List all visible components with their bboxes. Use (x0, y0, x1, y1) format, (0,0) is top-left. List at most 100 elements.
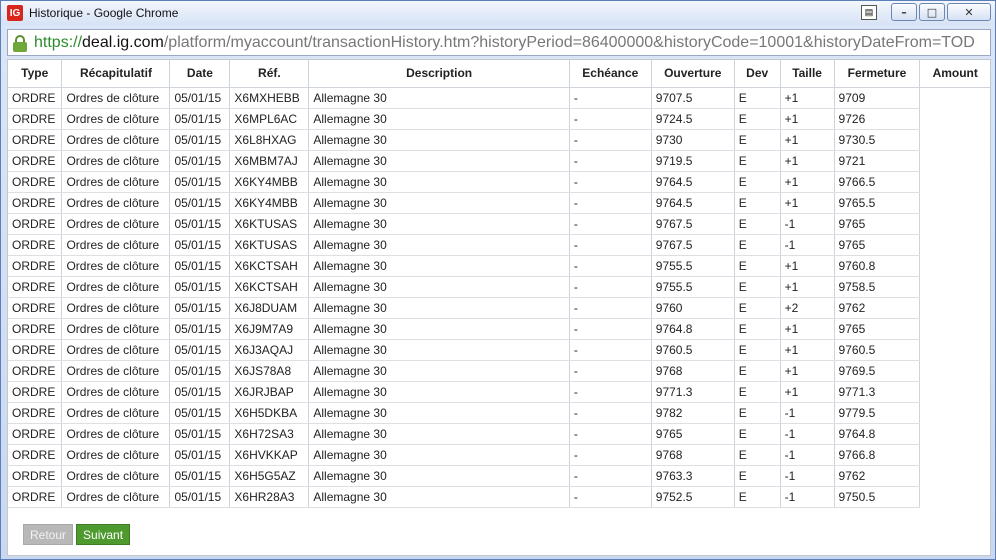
description-cell: Allemagne 30 (308, 87, 570, 109)
echeance-cell: - (569, 192, 652, 214)
table-row[interactable]: ORDRE Ordres de clôture 05/01/15 X6J3AQAJ Al… (8, 339, 990, 361)
title-bar[interactable]: IG Historique - Google Chrome ▤ – □ ✕ (1, 1, 995, 25)
minimize-button[interactable]: – (891, 3, 917, 21)
ouverture-cell: 9771.3 (651, 381, 735, 403)
description-cell: Allemagne 30 (308, 318, 570, 340)
description-cell: Allemagne 30 (308, 213, 570, 235)
table-row[interactable]: ORDRE Ordres de clôture 05/01/15 X6MBM7AJ Al… (8, 150, 990, 172)
type-cell: ORDRE (8, 297, 63, 319)
taille-cell: +1 (780, 192, 835, 214)
date-cell: 05/01/15 (169, 171, 231, 193)
url-path: /platform/myaccount/transactionHistory.h… (163, 33, 975, 51)
table-row[interactable]: ORDRE Ordres de clôture 05/01/15 X6KTUSAS Al… (8, 234, 990, 256)
echeance-cell: - (569, 381, 652, 403)
table-row[interactable]: ORDRE Ordres de clôture 05/01/15 X6KTUSAS Al… (8, 213, 990, 235)
table-row[interactable]: ORDRE Ordres de clôture 05/01/15 X6KCTSAH Al… (8, 255, 990, 277)
table-row[interactable]: ORDRE Ordres de clôture 05/01/15 X6J8DUAM Al… (8, 297, 990, 319)
table-row[interactable]: ORDRE Ordres de clôture 05/01/15 X6H5DKBA Al… (8, 402, 990, 424)
close-button[interactable]: ✕ (947, 3, 991, 21)
type-cell: ORDRE (8, 465, 63, 487)
ouverture-cell: 9719.5 (651, 150, 735, 172)
ref-cell: X6MBM7AJ (229, 150, 310, 172)
table-row[interactable]: ORDRE Ordres de clôture 05/01/15 X6HR28A3 Al… (8, 486, 990, 508)
taille-cell: +1 (780, 129, 835, 151)
ref-cell: X6J9M7A9 (229, 318, 310, 340)
amount-cell (920, 234, 990, 255)
echeance-cell: - (569, 318, 652, 340)
recap-cell: Ordres de clôture (61, 465, 171, 487)
maximize-button[interactable]: □ (919, 3, 945, 21)
type-cell: ORDRE (8, 276, 63, 298)
dev-cell: E (734, 360, 781, 382)
dev-cell: E (734, 129, 781, 151)
amount-cell (920, 108, 990, 129)
address-bar[interactable]: https://deal.ig.com/platform/myaccount/t… (7, 29, 991, 56)
type-cell: ORDRE (8, 129, 63, 151)
fermeture-cell: 9766.5 (834, 171, 921, 193)
table-row[interactable]: ORDRE Ordres de clôture 05/01/15 X6MPL6AC Al… (8, 108, 990, 130)
description-cell: Allemagne 30 (308, 192, 570, 214)
window-menu-icon[interactable]: ▤ (861, 5, 877, 20)
table-row[interactable]: ORDRE Ordres de clôture 05/01/15 X6JS78A8 Al… (8, 360, 990, 382)
column-header-echeance: Echéance (569, 60, 652, 88)
table-row[interactable]: ORDRE Ordres de clôture 05/01/15 X6H5G5AZ Al… (8, 465, 990, 487)
ref-cell: X6JRJBAP (229, 381, 310, 403)
ref-cell: X6KCTSAH (229, 255, 310, 277)
taille-cell: +1 (780, 318, 835, 340)
table-row[interactable]: ORDRE Ordres de clôture 05/01/15 X6JRJBAP Al… (8, 381, 990, 403)
next-page-button[interactable]: Suivant (76, 524, 131, 545)
column-header-ouverture: Ouverture (651, 60, 735, 88)
taille-cell: -1 (780, 423, 835, 445)
dev-cell: E (734, 381, 781, 403)
description-cell: Allemagne 30 (308, 381, 570, 403)
ref-cell: X6J3AQAJ (229, 339, 310, 361)
ref-cell: X6L8HXAG (229, 129, 310, 151)
table-row[interactable]: ORDRE Ordres de clôture 05/01/15 X6H72SA3 Al… (8, 423, 990, 445)
column-header-date: Date (169, 60, 231, 88)
table-row[interactable]: ORDRE Ordres de clôture 05/01/15 X6KY4MBB Al… (8, 192, 990, 214)
description-cell: Allemagne 30 (308, 297, 570, 319)
table-row[interactable]: ORDRE Ordres de clôture 05/01/15 X6KY4MBB Al… (8, 171, 990, 193)
taille-cell: +1 (780, 255, 835, 277)
taille-cell: -1 (780, 402, 835, 424)
type-cell: ORDRE (8, 213, 63, 235)
date-cell: 05/01/15 (169, 465, 231, 487)
recap-cell: Ordres de clôture (61, 381, 171, 403)
echeance-cell: - (569, 87, 652, 109)
date-cell: 05/01/15 (169, 150, 231, 172)
description-cell: Allemagne 30 (308, 402, 570, 424)
table-row[interactable]: ORDRE Ordres de clôture 05/01/15 X6MXHEBB Al… (8, 87, 990, 109)
date-cell: 05/01/15 (169, 276, 231, 298)
table-row[interactable]: ORDRE Ordres de clôture 05/01/15 X6J9M7A9 Al… (8, 318, 990, 340)
url-text[interactable]: https://deal.ig.com/platform/myaccount/t… (34, 34, 975, 52)
echeance-cell: - (569, 255, 652, 277)
taille-cell: +1 (780, 108, 835, 130)
table-row[interactable]: ORDRE Ordres de clôture 05/01/15 X6L8HXAG Al… (8, 129, 990, 151)
echeance-cell: - (569, 213, 652, 235)
ig-app-icon: IG (7, 5, 23, 21)
taille-cell: +1 (780, 276, 835, 298)
recap-cell: Ordres de clôture (61, 87, 171, 109)
fermeture-cell: 9726 (834, 108, 921, 130)
taille-cell: +1 (780, 339, 835, 361)
recap-cell: Ordres de clôture (61, 339, 171, 361)
table-row[interactable]: ORDRE Ordres de clôture 05/01/15 X6HVKKAP Al… (8, 444, 990, 466)
echeance-cell: - (569, 108, 652, 130)
type-cell: ORDRE (8, 339, 63, 361)
ouverture-cell: 9707.5 (651, 87, 735, 109)
table-row[interactable]: ORDRE Ordres de clôture 05/01/15 X6KCTSAH Al… (8, 276, 990, 298)
ouverture-cell: 9768 (651, 360, 735, 382)
type-cell: ORDRE (8, 486, 63, 508)
previous-page-button[interactable]: Retour (23, 524, 74, 545)
dev-cell: E (734, 171, 781, 193)
ref-cell: X6H5DKBA (229, 402, 310, 424)
taille-cell: -1 (780, 465, 835, 487)
recap-cell: Ordres de clôture (61, 276, 171, 298)
column-header-fermeture: Fermeture (834, 60, 921, 88)
taille-cell: -1 (780, 444, 835, 466)
date-cell: 05/01/15 (169, 444, 231, 466)
taille-cell: +2 (780, 297, 835, 319)
taille-cell: +1 (780, 360, 835, 382)
amount-cell (920, 213, 990, 234)
amount-cell (920, 444, 990, 465)
